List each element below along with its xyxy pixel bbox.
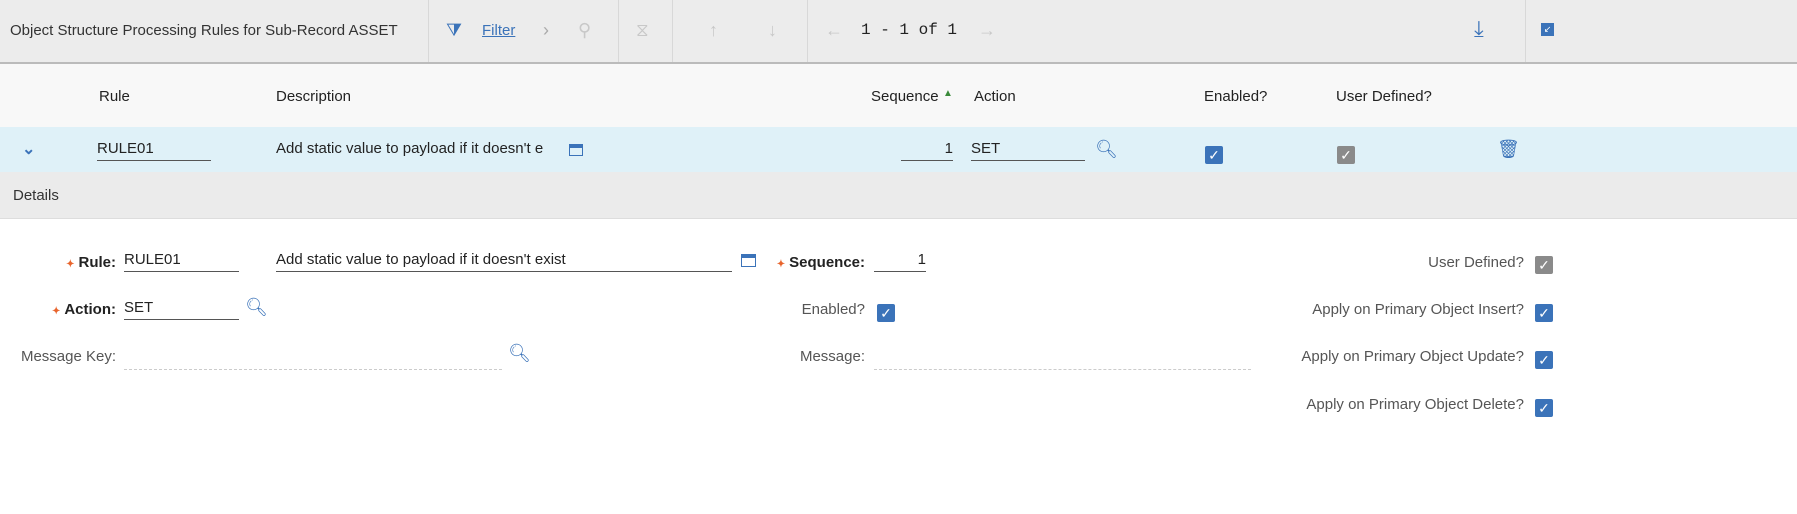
table-header: Rule Description Sequence ▲ Action Enabl… [0, 64, 1797, 127]
delete-label: Apply on Primary Object Delete? [1306, 396, 1524, 413]
rule-input[interactable]: RULE01 [97, 138, 211, 161]
action-input[interactable]: SET [971, 138, 1085, 161]
user-defined-label: User Defined? [1428, 254, 1524, 271]
details-user-defined-checkbox: ✓ [1535, 256, 1553, 274]
sort-ascending-icon: ▲ [943, 88, 953, 99]
filter-link[interactable]: Filter [482, 22, 515, 39]
description-input[interactable]: Add static value to payload if it doesn'… [276, 140, 558, 157]
message-key-label: Message Key: [20, 348, 116, 365]
message-key-input[interactable] [124, 349, 502, 370]
details-action-input[interactable]: SET [124, 297, 239, 320]
long-description-icon[interactable] [569, 144, 583, 156]
column-rule[interactable]: Rule [99, 88, 130, 105]
sequence-input[interactable]: 1 [901, 138, 953, 161]
arrow-up-icon[interactable]: ↑ [709, 20, 718, 41]
column-action[interactable]: Action [974, 88, 1016, 105]
filter-icon[interactable]: ⧩ [446, 20, 462, 41]
long-description-icon[interactable] [741, 254, 756, 267]
message-label: Message: [799, 348, 865, 365]
message-input[interactable] [874, 349, 1251, 370]
details-enabled-checkbox[interactable]: ✓ [877, 304, 895, 322]
enabled-label: Enabled? [801, 301, 865, 318]
trash-icon[interactable]: 🗑︎ [1497, 139, 1520, 160]
table-toolbar: Object Structure Processing Rules for Su… [0, 0, 1797, 64]
minimize-icon[interactable]: ↙ [1541, 23, 1554, 36]
table-row[interactable]: ⌄ RULE01 Add static value to payload if … [0, 127, 1797, 172]
action-label: ✦ Action: [51, 301, 116, 318]
rule-label: ✦ Rule: [66, 254, 116, 271]
apply-update-checkbox[interactable]: ✓ [1535, 351, 1553, 369]
clear-filter-icon[interactable]: ⧖ [636, 20, 649, 41]
chevron-right-icon[interactable]: › [543, 20, 549, 41]
column-user-defined[interactable]: User Defined? [1336, 88, 1432, 105]
search-icon[interactable]: 🔍︎ [245, 297, 268, 318]
download-icon[interactable]: ⤓ [1474, 16, 1484, 42]
details-section-header: Details [0, 172, 1797, 219]
table-title: Object Structure Processing Rules for Su… [10, 22, 398, 39]
user-defined-checkbox: ✓ [1337, 146, 1355, 164]
previous-page-icon[interactable]: ← [825, 20, 843, 41]
chevron-down-icon[interactable]: ⌄ [22, 139, 35, 159]
column-sequence[interactable]: Sequence [871, 88, 939, 105]
details-sequence-input[interactable]: 1 [874, 249, 926, 272]
search-icon[interactable]: ⚲ [578, 20, 591, 41]
search-icon[interactable]: 🔍︎ [1095, 139, 1118, 160]
arrow-down-icon[interactable]: ↓ [768, 20, 777, 41]
search-icon[interactable]: 🔍︎ [508, 343, 531, 364]
enabled-checkbox[interactable]: ✓ [1205, 146, 1223, 164]
apply-insert-checkbox[interactable]: ✓ [1535, 304, 1553, 322]
sequence-label: ✦ Sequence: [776, 254, 865, 271]
apply-delete-checkbox[interactable]: ✓ [1535, 399, 1553, 417]
pagination-text: 1 - 1 of 1 [861, 21, 958, 39]
next-page-icon[interactable]: → [978, 20, 996, 41]
update-label: Apply on Primary Object Update? [1301, 348, 1524, 365]
details-description-input[interactable]: Add static value to payload if it doesn'… [276, 249, 732, 272]
insert-label: Apply on Primary Object Insert? [1312, 301, 1524, 318]
details-rule-input[interactable]: RULE01 [124, 249, 239, 272]
column-description[interactable]: Description [276, 88, 351, 105]
column-enabled[interactable]: Enabled? [1204, 88, 1267, 105]
details-title: Details [13, 187, 59, 204]
